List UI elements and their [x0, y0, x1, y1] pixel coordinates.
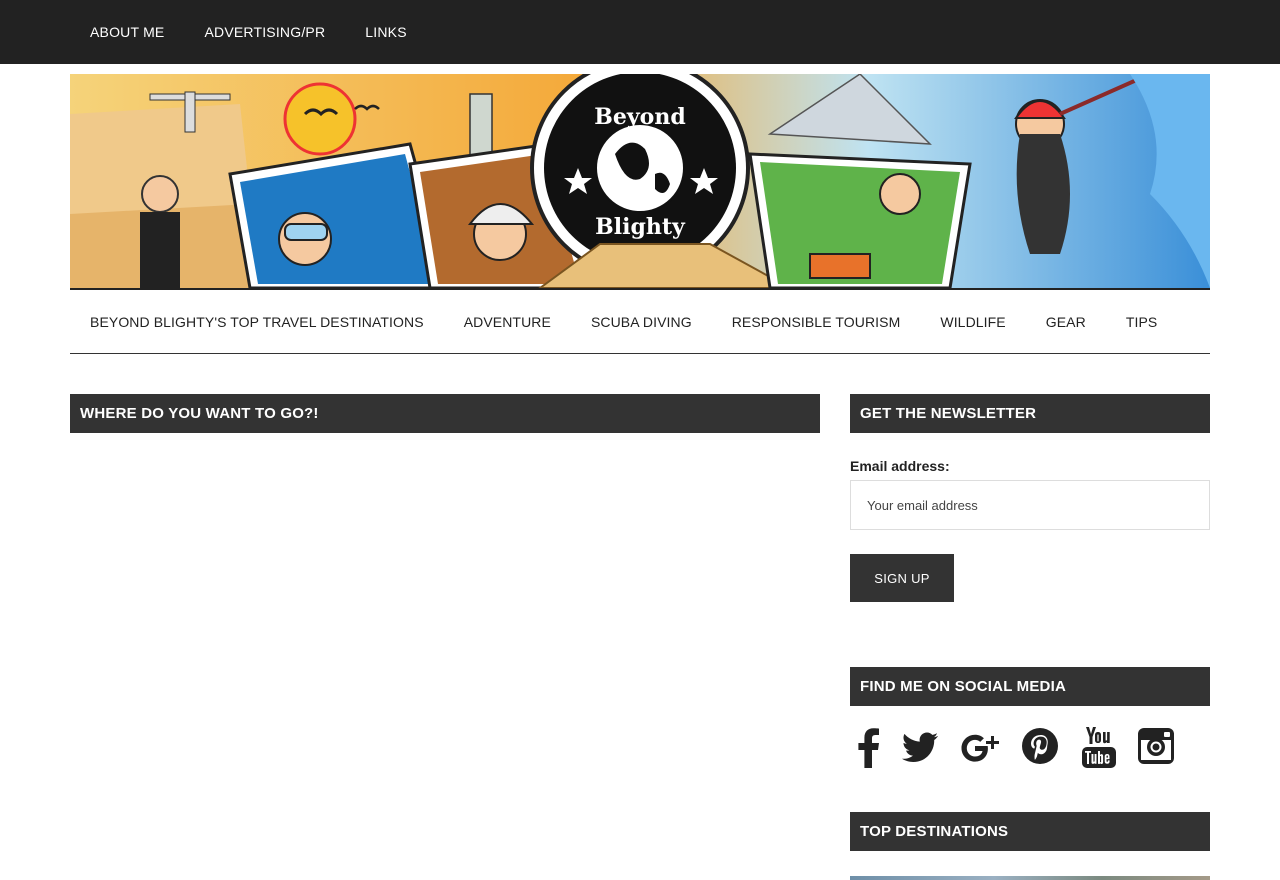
social-icons	[850, 726, 1210, 773]
social-media-title: FIND ME ON SOCIAL MEDIA	[850, 667, 1210, 706]
facebook-icon[interactable]	[858, 728, 880, 773]
top-nav-links[interactable]: LINKS	[345, 0, 426, 64]
header-banner[interactable]: Beyond Blighty	[70, 74, 1210, 288]
main-nav: BEYOND BLIGHTY'S TOP TRAVEL DESTINATIONS…	[70, 288, 1210, 354]
content-area: WHERE DO YOU WANT TO GO?!	[70, 394, 820, 433]
nav-responsible-tourism[interactable]: RESPONSIBLE TOURISM	[712, 290, 921, 354]
top-bar: ABOUT ME ADVERTISING/PR LINKS	[0, 0, 1280, 64]
top-nav: ABOUT ME ADVERTISING/PR LINKS	[70, 0, 427, 64]
nav-scuba-diving[interactable]: SCUBA DIVING	[571, 290, 712, 354]
nav-wildlife[interactable]: WILDLIFE	[920, 290, 1025, 354]
nav-gear[interactable]: GEAR	[1026, 290, 1106, 354]
twitter-icon[interactable]	[901, 732, 938, 769]
top-nav-advertising-pr[interactable]: ADVERTISING/PR	[184, 0, 345, 64]
newsletter-title: GET THE NEWSLETTER	[850, 394, 1210, 433]
google-plus-icon[interactable]	[961, 730, 1001, 773]
pinterest-icon[interactable]	[1022, 728, 1058, 769]
banner-logo-text-bottom: Blighty	[595, 214, 686, 240]
top-destinations-title: TOP DESTINATIONS	[850, 812, 1210, 851]
sidebar: GET THE NEWSLETTER Email address: SIGN U…	[850, 394, 1210, 880]
sign-up-button[interactable]: SIGN UP	[850, 554, 954, 602]
banner-illustration: Beyond Blighty	[70, 74, 1210, 288]
nav-tips[interactable]: TIPS	[1106, 290, 1178, 354]
nav-top-travel-destinations[interactable]: BEYOND BLIGHTY'S TOP TRAVEL DESTINATIONS	[70, 290, 444, 354]
instagram-icon[interactable]	[1138, 728, 1174, 769]
top-nav-about-me[interactable]: ABOUT ME	[70, 0, 184, 64]
youtube-icon[interactable]	[1082, 726, 1116, 773]
nav-adventure[interactable]: ADVENTURE	[444, 290, 571, 354]
email-input[interactable]	[850, 480, 1210, 530]
email-label: Email address:	[850, 458, 950, 474]
top-destination-image[interactable]	[850, 876, 1210, 880]
where-to-go-title: WHERE DO YOU WANT TO GO?!	[70, 394, 820, 433]
banner-logo-text-top: Beyond	[594, 104, 685, 130]
